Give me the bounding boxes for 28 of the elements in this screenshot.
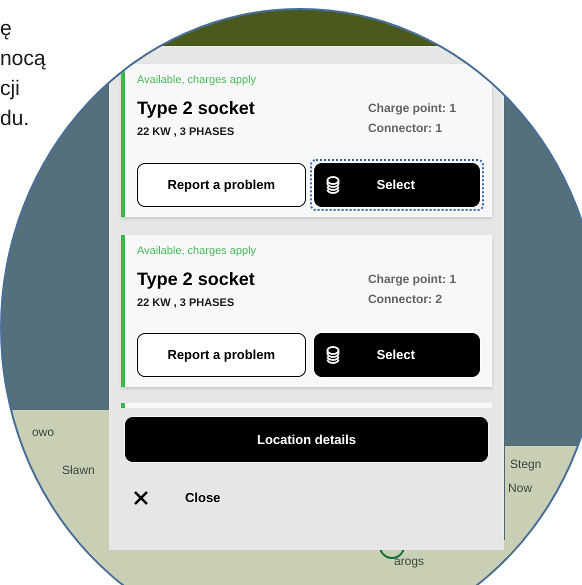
connector-number-text: Connector: 2	[368, 290, 443, 308]
report-problem-button[interactable]: Report a problem	[137, 333, 306, 377]
background-text-line: cji	[0, 76, 20, 102]
status-text: Available, charges apply	[137, 73, 258, 88]
connector-number-text: Connector: 1	[368, 120, 443, 137]
background-text-line: ę	[0, 16, 12, 42]
map-label: Stegn	[510, 456, 542, 473]
power-text: 22 KW , 3 PHASES	[137, 296, 236, 310]
report-problem-button[interactable]: Report a problem	[137, 162, 306, 206]
close-button[interactable]: Close	[185, 488, 220, 508]
background-text-line: du.	[0, 106, 30, 132]
map-label: owo	[32, 424, 54, 441]
map-label: arogs	[394, 553, 424, 570]
charge-point-text: Charge point: 1	[368, 100, 456, 117]
select-button[interactable]: Select	[314, 162, 480, 206]
close-icon[interactable]	[133, 490, 149, 506]
connector-title: Type 2 socket	[137, 97, 255, 120]
connector-title: Type 2 socket	[137, 268, 255, 290]
background-text-line: nocą	[0, 46, 46, 72]
status-text: Available, charges apply	[137, 244, 258, 258]
map-label: Sławn	[62, 462, 95, 479]
map-label: Now	[508, 480, 532, 497]
coin-stack-icon	[326, 176, 340, 194]
power-text: 22 KW , 3 PHASES	[137, 125, 236, 140]
location-details-button[interactable]: Location details	[125, 417, 488, 462]
coin-stack-icon	[326, 346, 340, 364]
charge-point-text: Charge point: 1	[368, 270, 456, 288]
select-button[interactable]: Select	[314, 333, 480, 377]
